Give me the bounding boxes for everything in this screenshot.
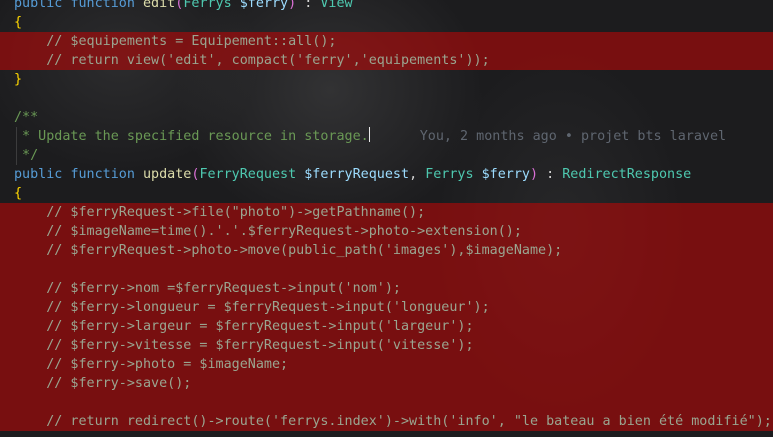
code-token: public (14, 0, 63, 11)
code-token: ) (288, 0, 297, 11)
code-token: { (14, 15, 23, 30)
code-token: RedirectResponse (562, 167, 692, 182)
code-token: // $ferry->save(); (14, 376, 192, 391)
code-line[interactable]: public function update(FerryRequest $fer… (0, 165, 773, 184)
code-line[interactable]: // return view('edit', compact('ferry','… (0, 51, 773, 70)
code-line[interactable]: * Update the specified resource in stora… (0, 127, 773, 146)
code-line[interactable]: */ (0, 146, 773, 165)
code-token: * Update the specified resource in stora… (14, 129, 369, 144)
code-token: // $ferry->largeur = $ferryRequest->inpu… (14, 319, 474, 334)
code-line[interactable] (0, 89, 773, 108)
code-token: : (538, 167, 563, 182)
code-token: $ferry (481, 167, 530, 182)
code-token: Ferrys (425, 167, 474, 182)
code-line[interactable]: // return redirect()->route('ferrys.inde… (0, 412, 773, 431)
code-token: // $equipements = Equipement::all(); (14, 34, 337, 49)
code-line[interactable]: { (0, 13, 773, 32)
code-token: { (14, 186, 23, 201)
code-line[interactable] (0, 393, 773, 412)
code-token: // return view('edit', compact('ferry','… (14, 53, 490, 68)
code-line[interactable]: // $equipements = Equipement::all(); (0, 32, 773, 51)
code-line[interactable]: // $ferry->longueur = $ferryRequest->inp… (0, 298, 773, 317)
code-token: update (143, 167, 192, 182)
text-cursor (368, 127, 370, 142)
code-token: /** (14, 110, 39, 125)
code-token: , (409, 167, 426, 182)
code-token: public (14, 167, 63, 182)
code-line[interactable]: { (0, 184, 773, 203)
code-token: // $ferryRequest->photo->move(public_pat… (14, 243, 563, 258)
code-token: // return redirect()->route('ferrys.inde… (14, 414, 772, 429)
code-line[interactable] (0, 260, 773, 279)
code-token: $ferry (239, 0, 289, 11)
code-line[interactable]: /** (0, 108, 773, 127)
code-line[interactable]: // $ferry->largeur = $ferryRequest->inpu… (0, 317, 773, 336)
code-line[interactable]: // $ferryRequest->file("photo")->getPath… (0, 203, 773, 222)
code-token: FerryRequest (199, 167, 297, 182)
code-line[interactable]: // $imageName=time().'.'.$ferryRequest->… (0, 222, 773, 241)
code-token: // $ferryRequest->file("photo")->getPath… (14, 205, 426, 220)
code-token: : (296, 0, 321, 11)
code-token: // $ferry->longueur = $ferryRequest->inp… (14, 300, 490, 315)
code-line[interactable]: // $ferryRequest->photo->move(public_pat… (0, 241, 773, 260)
code-token: $ferryRequest (304, 167, 410, 182)
code-token: // $ferry->nom =$ferryRequest->input('no… (14, 281, 401, 296)
code-token: function (70, 167, 135, 182)
code-token: } (14, 72, 23, 87)
code-token: // $ferry->photo = $imageName; (14, 357, 289, 372)
code-editor[interactable]: public function edit(Ferrys $ferry) : Vi… (0, 0, 773, 437)
code-token: function (70, 0, 135, 11)
git-blame-annotation: You, 2 months ago • projet bts laravel (419, 129, 727, 144)
code-line[interactable]: // $ferry->nom =$ferryRequest->input('no… (0, 279, 773, 298)
code-line[interactable]: } (0, 70, 773, 89)
code-line[interactable]: // $ferry->save(); (0, 374, 773, 393)
code-token: // $ferry->vitesse = $ferryRequest->inpu… (14, 338, 474, 353)
code-token: */ (14, 148, 39, 163)
code-token: View (320, 0, 353, 11)
code-token: Ferrys (183, 0, 232, 11)
code-token: ) (530, 167, 539, 182)
code-line[interactable]: public function edit(Ferrys $ferry) : Vi… (0, 0, 773, 13)
code-token: // $imageName=time().'.'.$ferryRequest->… (14, 224, 522, 239)
code-token: edit (143, 0, 176, 11)
code-line[interactable]: // $ferry->photo = $imageName; (0, 355, 773, 374)
code-line[interactable]: // $ferry->vitesse = $ferryRequest->inpu… (0, 336, 773, 355)
indent-guide (16, 127, 17, 165)
